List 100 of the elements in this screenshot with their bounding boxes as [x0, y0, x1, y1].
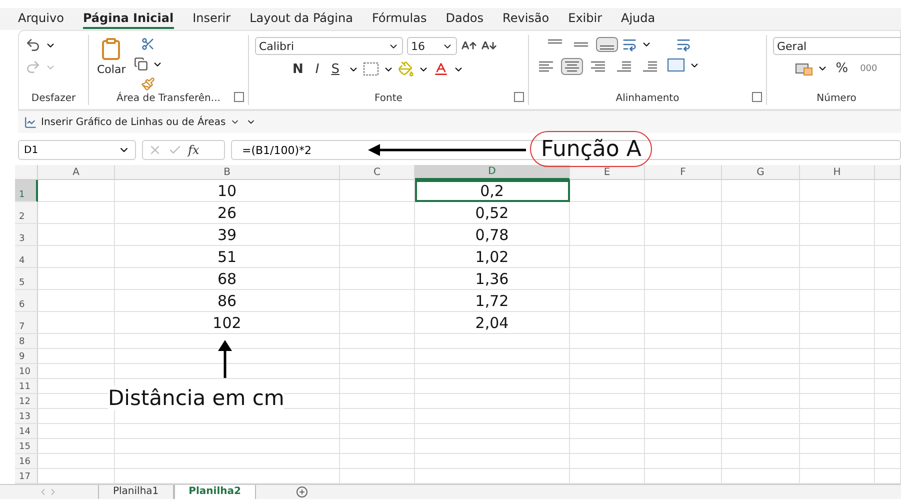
grid-cell — [875, 364, 901, 379]
line-chart-icon — [24, 116, 37, 128]
grid-cell — [875, 312, 901, 334]
column-header[interactable]: G — [722, 165, 800, 180]
group-label: Alinhamento — [614, 93, 680, 105]
align-button[interactable] — [596, 37, 618, 52]
annotation-label: Distância em cm — [108, 386, 284, 410]
table-cell: 0,78 — [415, 224, 570, 246]
grid-cell — [875, 454, 901, 469]
menu-tab[interactable]: Exibir — [568, 9, 602, 29]
align-button[interactable] — [561, 58, 583, 75]
font-size-field[interactable]: 16 — [407, 37, 457, 55]
row-header[interactable]: 4 — [15, 246, 38, 268]
row-header[interactable]: 3 — [15, 224, 38, 246]
grid-cell — [875, 349, 901, 364]
launcher-icon[interactable] — [234, 92, 244, 102]
launcher-icon[interactable] — [752, 92, 762, 102]
align-icon — [564, 61, 580, 72]
menu-tab[interactable]: Dados — [446, 9, 484, 29]
row-header[interactable]: 5 — [15, 268, 38, 290]
menu-tab[interactable]: Fórmulas — [372, 9, 427, 29]
sheet-tab[interactable]: Planilha2 — [174, 485, 256, 499]
column-header[interactable]: C — [340, 165, 415, 180]
row-header[interactable]: 13 — [15, 409, 38, 424]
align-icon — [538, 61, 554, 72]
align-icon — [590, 61, 606, 72]
column-header[interactable]: B — [115, 165, 340, 180]
row-header[interactable]: 6 — [15, 290, 38, 312]
menu-tab[interactable]: Ajuda — [621, 9, 656, 29]
percent-button[interactable]: % — [832, 61, 852, 76]
thousands-button[interactable]: 000 — [856, 64, 882, 74]
group-label: Área de Transferên... — [116, 93, 222, 105]
italic-button[interactable]: I — [311, 62, 324, 76]
wrap-text-icon[interactable] — [676, 37, 691, 52]
copy-icon[interactable] — [134, 57, 148, 71]
column-header[interactable]: H — [800, 165, 875, 180]
align-icon — [573, 42, 589, 47]
table-cell: 68 — [115, 268, 340, 290]
row-header[interactable]: 11 — [15, 379, 38, 394]
table-cell: 1,72 — [415, 290, 570, 312]
row-header[interactable]: 1 — [15, 180, 38, 202]
borders-icon[interactable] — [362, 62, 378, 76]
grid-cell — [875, 424, 901, 439]
align-icon — [616, 61, 632, 72]
table-cell: 102 — [115, 312, 340, 334]
table-cell: 26 — [115, 202, 340, 224]
table-cell: 51 — [115, 246, 340, 268]
row-header[interactable]: 15 — [15, 439, 38, 454]
align-icon — [547, 39, 563, 44]
menu-tab[interactable]: Revisão — [502, 9, 550, 29]
align-icon — [642, 61, 658, 72]
align-icon — [599, 45, 615, 50]
insert-function-button[interactable]: fx — [188, 143, 200, 157]
column-header[interactable]: F — [645, 165, 722, 180]
table-cell: 86 — [115, 290, 340, 312]
table-cell: 10 — [115, 180, 340, 202]
menu-tab[interactable]: Layout da Página — [250, 9, 353, 29]
merge-cells-icon[interactable] — [667, 58, 685, 72]
insert-chart-button[interactable]: Inserir Gráfico de Linhas ou de Áreas — [24, 116, 240, 128]
paintbrush-icon[interactable] — [141, 77, 156, 91]
grid-cell — [875, 224, 901, 246]
add-sheet-icon[interactable] — [296, 486, 308, 498]
menu-tab[interactable]: Inserir — [192, 9, 231, 29]
row-header[interactable]: 8 — [15, 334, 38, 349]
row-header[interactable]: 12 — [15, 394, 38, 409]
menu-tab[interactable]: Arquivo — [18, 9, 64, 29]
bold-button[interactable]: N — [288, 62, 308, 76]
group-label: Fonte — [374, 93, 404, 105]
grid-cell — [875, 202, 901, 224]
group-label: Número — [816, 93, 858, 105]
font-color-icon[interactable] — [432, 61, 448, 77]
row-header[interactable]: 14 — [15, 424, 38, 439]
row-header[interactable]: 7 — [15, 312, 38, 334]
table-cell: 2,04 — [415, 312, 570, 334]
row-header[interactable]: 10 — [15, 364, 38, 379]
grid-cell — [875, 379, 901, 394]
annotation-label: Função A — [530, 131, 652, 167]
column-header[interactable]: D — [415, 165, 570, 180]
undo-icon[interactable] — [25, 37, 41, 53]
fill-color-icon[interactable] — [398, 61, 414, 77]
grid-cell — [875, 439, 901, 454]
row-header[interactable]: 2 — [15, 202, 38, 224]
grid-cell — [875, 334, 901, 349]
launcher-icon[interactable] — [514, 92, 524, 102]
row-header[interactable]: 9 — [15, 349, 38, 364]
scissors-icon[interactable] — [141, 37, 156, 51]
column-header[interactable]: A — [38, 165, 115, 180]
grid-cell — [875, 246, 901, 268]
group-label: Desfazer — [30, 93, 77, 105]
row-header[interactable]: 17 — [15, 469, 38, 484]
column-header[interactable]: E — [570, 165, 645, 180]
paste-button[interactable]: Colar — [95, 37, 128, 76]
font-name-field[interactable]: Calibri — [255, 37, 403, 55]
grid-cell — [875, 290, 901, 312]
name-box[interactable]: D1 — [18, 140, 136, 160]
row-header[interactable]: 16 — [15, 454, 38, 469]
table-cell: 1,36 — [415, 268, 570, 290]
grid-cell — [875, 180, 901, 202]
number-format-field[interactable]: Geral — [773, 37, 901, 55]
underline-button[interactable]: S — [327, 62, 344, 76]
